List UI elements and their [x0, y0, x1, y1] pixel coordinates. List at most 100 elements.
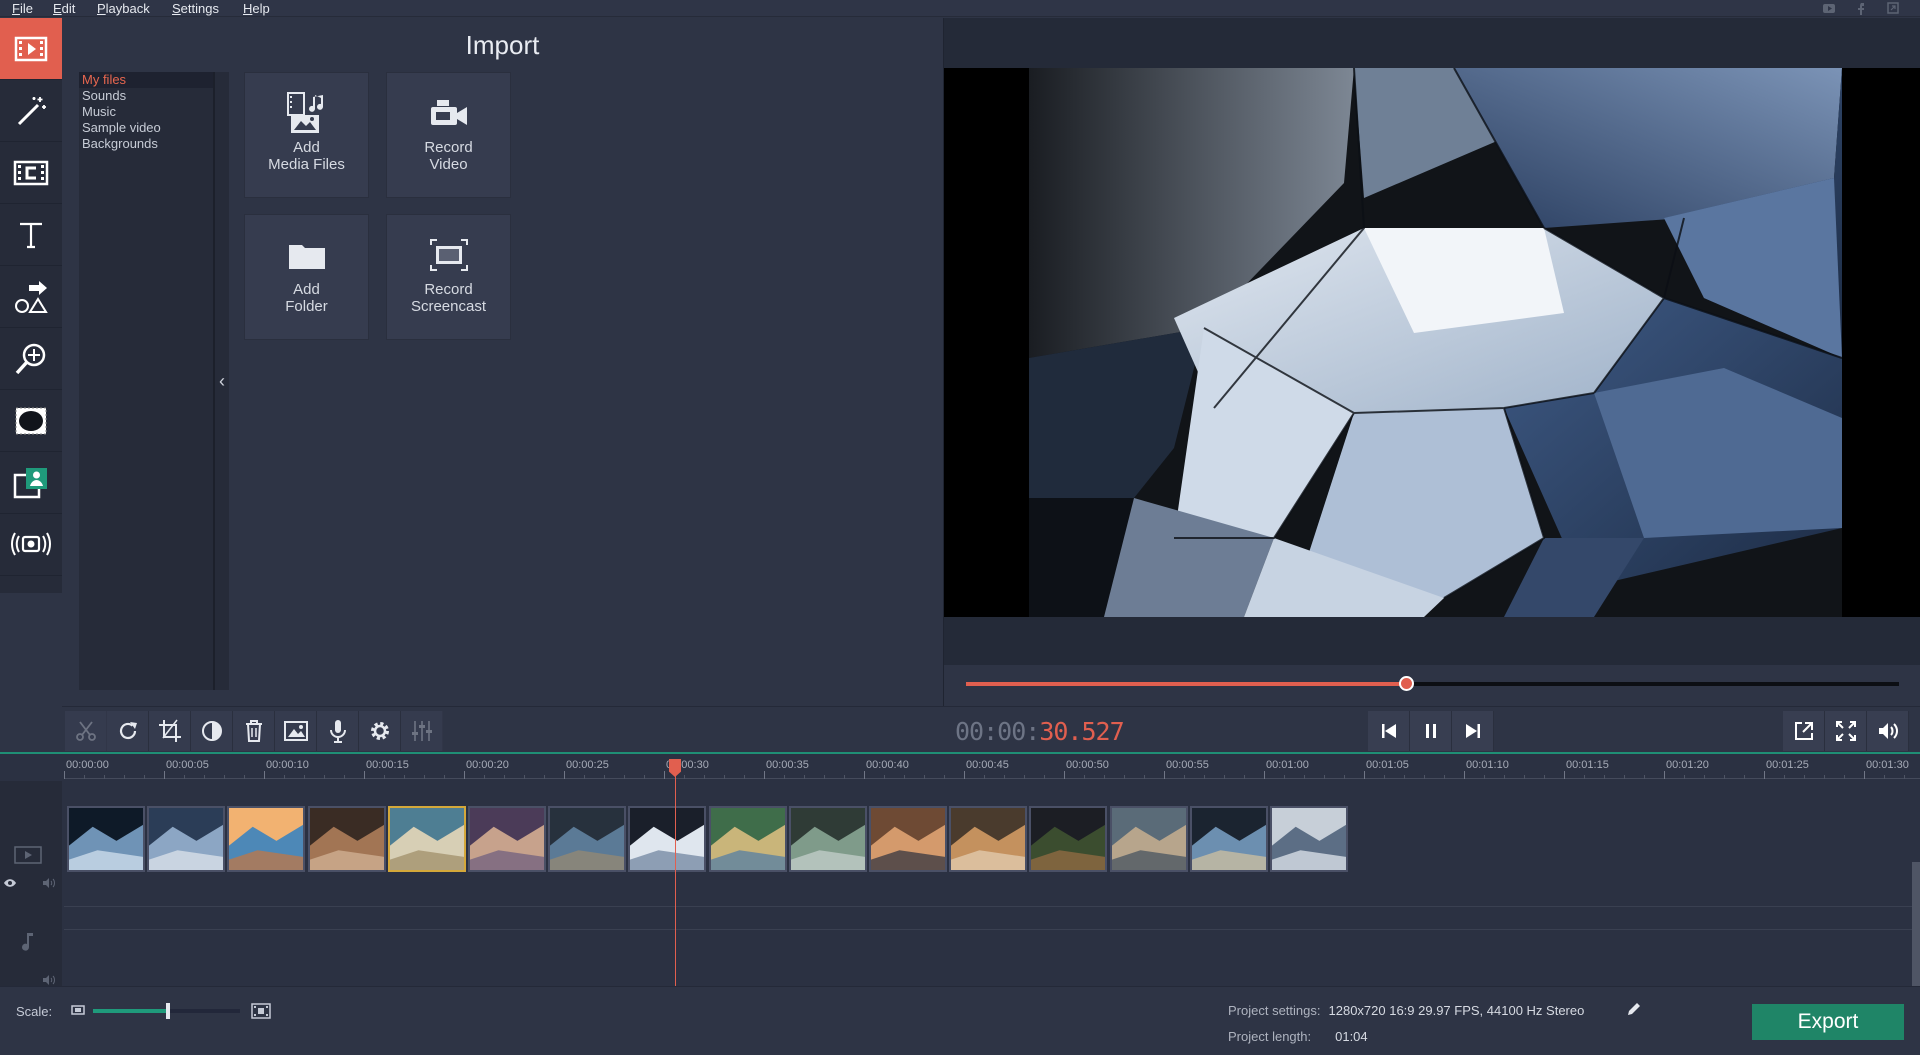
- share-icon[interactable]: [1886, 1, 1900, 15]
- scale-handle[interactable]: [165, 1003, 170, 1019]
- timeline-clip[interactable]: [628, 806, 707, 872]
- category-sample-video[interactable]: Sample video: [79, 120, 213, 136]
- ruler-tick: [1804, 775, 1805, 779]
- timeline-clip[interactable]: [67, 806, 145, 872]
- previous-button[interactable]: [1368, 711, 1410, 751]
- preview-panel: [943, 18, 1920, 706]
- ruler-tick: [544, 775, 545, 779]
- overlay-tool-button[interactable]: [0, 452, 62, 514]
- pause-button[interactable]: [1410, 711, 1452, 751]
- titles-tool-button[interactable]: [0, 204, 62, 266]
- ruler-label: 00:01:25: [1766, 759, 1809, 771]
- export-button[interactable]: Export: [1752, 1004, 1904, 1040]
- scale-slider[interactable]: [93, 1003, 240, 1019]
- category-my-files[interactable]: My files: [79, 72, 213, 88]
- ruler-tick: [464, 771, 465, 779]
- capture-tool-button[interactable]: [0, 514, 62, 576]
- timeline-clip[interactable]: [949, 806, 1028, 872]
- record-video-button[interactable]: Record Video: [386, 72, 511, 198]
- menu-file[interactable]: File: [12, 1, 33, 16]
- ruler-tick: [404, 775, 405, 779]
- add-media-files-button[interactable]: Add Media Files: [244, 72, 369, 198]
- video-track-mute-icon[interactable]: [42, 876, 56, 891]
- crop-button[interactable]: [149, 711, 191, 751]
- filters-tool-button[interactable]: [0, 80, 62, 142]
- clip-settings-button[interactable]: [359, 711, 401, 751]
- timeline-clip[interactable]: [468, 806, 546, 872]
- rotate-button[interactable]: [107, 711, 149, 751]
- zoom-pan-tool-button[interactable]: [0, 328, 62, 390]
- vignette-tool-button[interactable]: [0, 390, 62, 452]
- fullscreen-button[interactable]: [1825, 711, 1867, 751]
- import-tool-button[interactable]: [0, 18, 62, 80]
- volume-button[interactable]: [1867, 711, 1909, 751]
- timeline-clip[interactable]: [708, 806, 787, 872]
- ruler-tick: [1264, 771, 1265, 779]
- ruler-label: 00:01:15: [1566, 759, 1609, 771]
- timeline-clip[interactable]: [1029, 806, 1108, 872]
- zoom-out-clip-icon[interactable]: [70, 1003, 86, 1017]
- ruler-tick: [1904, 775, 1905, 779]
- transitions-tool-button[interactable]: [0, 142, 62, 204]
- pencil-icon: [1628, 1003, 1640, 1015]
- timeline-clip[interactable]: [1270, 806, 1348, 872]
- timeline-clip[interactable]: [1109, 806, 1188, 872]
- timeline-clip[interactable]: [1189, 806, 1268, 872]
- timeline-scrollbar[interactable]: [1912, 862, 1920, 988]
- ruler-tick: [804, 775, 805, 779]
- video-preview[interactable]: [944, 68, 1920, 617]
- delete-button[interactable]: [233, 711, 275, 751]
- timeline-ruler[interactable]: 00:00:00 00:00:05 00:00:10 00:00:15 00:00:20…: [64, 754, 1920, 779]
- film-transition-icon: [13, 160, 49, 185]
- record-voice-button[interactable]: [317, 711, 359, 751]
- timeline-clip[interactable]: [788, 806, 867, 872]
- ruler-label: 00:00:55: [1166, 759, 1209, 771]
- collapse-panel-button[interactable]: ‹: [213, 72, 229, 690]
- timeline-clip[interactable]: [387, 806, 466, 872]
- add-folder-button[interactable]: Add Folder: [244, 214, 369, 340]
- track-header-gutter: [0, 781, 62, 988]
- playback-progress-slider[interactable]: [966, 676, 1899, 691]
- timeline-clip[interactable]: [227, 806, 306, 872]
- menu-bar: File Edit Playback Settings Help: [0, 0, 1920, 17]
- ruler-tick: [1584, 775, 1585, 779]
- edit-project-settings-button[interactable]: [1626, 1001, 1642, 1017]
- stickers-tool-button[interactable]: [0, 266, 62, 328]
- image-button[interactable]: [275, 711, 317, 751]
- eye-visibility-icon[interactable]: [3, 876, 17, 891]
- category-sounds[interactable]: Sounds: [79, 88, 213, 104]
- timeline-clip[interactable]: [147, 806, 226, 872]
- youtube-icon[interactable]: [1822, 1, 1836, 15]
- menu-settings[interactable]: Settings: [172, 1, 219, 16]
- next-button[interactable]: [1452, 711, 1494, 751]
- equalizer-button[interactable]: [401, 711, 443, 751]
- facebook-icon[interactable]: [1853, 1, 1867, 15]
- timecode-value: 30.527: [1039, 717, 1124, 746]
- audio-track[interactable]: [64, 929, 1920, 988]
- webcam-broadcast-icon: [11, 532, 51, 555]
- category-backgrounds[interactable]: Backgrounds: [79, 136, 213, 152]
- ruler-tick: [784, 775, 785, 779]
- ruler-tick: [524, 775, 525, 779]
- player-bar: 00:00:30.527: [943, 706, 1920, 752]
- speaker-icon: [1878, 723, 1898, 739]
- cut-button[interactable]: [65, 711, 107, 751]
- ruler-label: 00:00:50: [1066, 759, 1109, 771]
- menu-playback[interactable]: Playback: [97, 1, 150, 16]
- zoom-in-clip-icon[interactable]: [251, 1003, 271, 1019]
- timeline[interactable]: 00:00:00 00:00:05 00:00:10 00:00:15 00:00:20…: [0, 752, 1920, 988]
- progress-handle[interactable]: [1399, 676, 1415, 691]
- timeline-clip[interactable]: [548, 806, 627, 872]
- skip-back-icon: [1381, 724, 1396, 738]
- timeline-clip[interactable]: [307, 806, 386, 872]
- menu-help[interactable]: Help: [243, 1, 270, 16]
- menu-edit[interactable]: Edit: [53, 1, 75, 16]
- ruler-tick: [1524, 775, 1525, 779]
- ruler-tick: [664, 771, 665, 779]
- detach-preview-button[interactable]: [1783, 711, 1825, 751]
- fullscreen-icon: [1835, 721, 1856, 741]
- color-adjust-button[interactable]: [191, 711, 233, 751]
- category-music[interactable]: Music: [79, 104, 213, 120]
- record-screencast-button[interactable]: Record Screencast: [386, 214, 511, 340]
- timeline-clip[interactable]: [869, 806, 947, 872]
